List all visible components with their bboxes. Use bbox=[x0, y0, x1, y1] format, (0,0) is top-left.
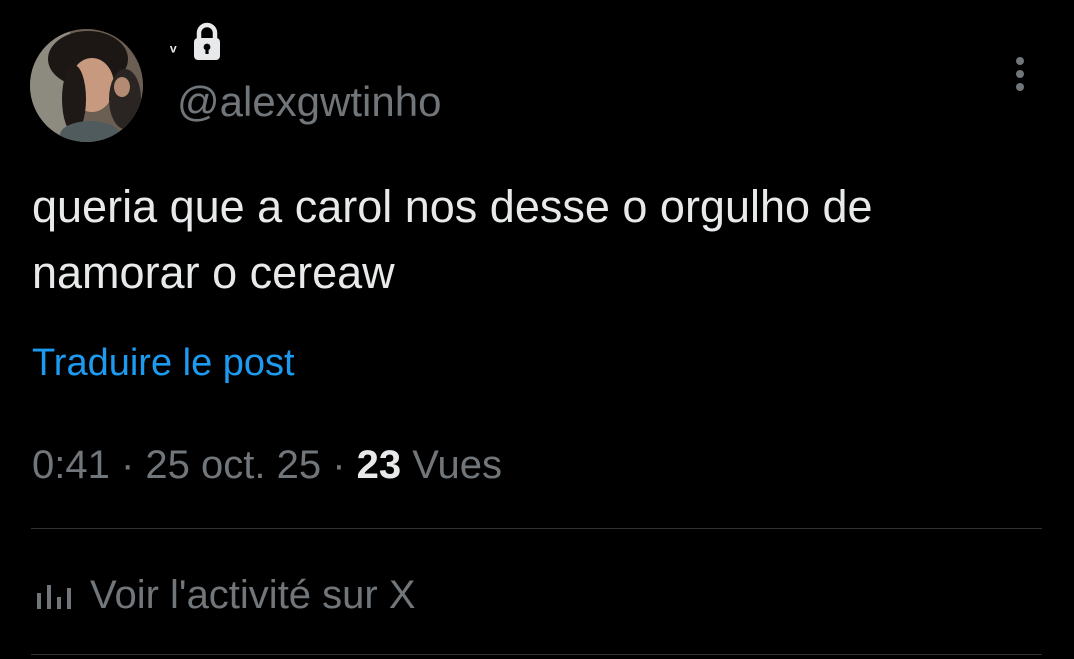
views-count: 23 bbox=[356, 443, 402, 487]
post-time[interactable]: 0:41 bbox=[32, 443, 110, 487]
post-meta: 0:41 · 25 oct. 25 · 23 Vues bbox=[32, 438, 502, 492]
more-vertical-icon[interactable] bbox=[1006, 52, 1034, 96]
user-handle[interactable]: @alexgwtinho bbox=[177, 74, 441, 130]
translate-post-link[interactable]: Traduire le post bbox=[32, 338, 295, 388]
post-date[interactable]: 25 oct. 25 bbox=[145, 443, 321, 487]
meta-separator: · bbox=[321, 443, 357, 487]
name-row: ᵛ bbox=[170, 20, 223, 64]
divider bbox=[31, 654, 1042, 655]
avatar[interactable] bbox=[30, 29, 143, 142]
post-text: queria que a carol nos desse o orgulho d… bbox=[32, 181, 873, 298]
view-activity-button[interactable]: Voir l'activité sur X bbox=[34, 566, 416, 624]
views-label: Vues bbox=[401, 443, 502, 487]
lock-icon bbox=[191, 22, 223, 62]
avatar-photo bbox=[30, 29, 143, 142]
display-name[interactable]: ᵛ bbox=[170, 42, 177, 60]
bar-chart-icon bbox=[34, 573, 74, 618]
divider bbox=[31, 528, 1042, 529]
view-activity-label: Voir l'activité sur X bbox=[90, 573, 416, 617]
meta-separator: · bbox=[109, 443, 146, 487]
